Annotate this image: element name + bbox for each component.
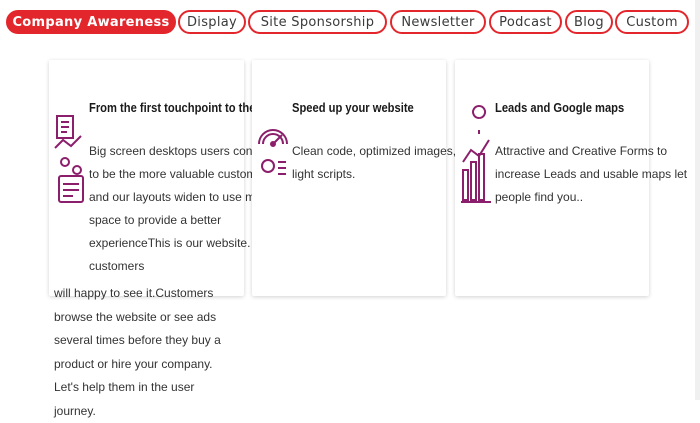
scrollbar-track[interactable]	[695, 0, 700, 400]
tab-company-awareness[interactable]: Company Awareness	[6, 10, 176, 34]
card-title: Speed up your website	[292, 100, 414, 115]
card-title: From the first touchpoint to the sale	[89, 100, 281, 115]
speedometer-icon	[258, 129, 288, 175]
tab-site-sponsorship[interactable]: Site Sponsorship	[248, 10, 387, 34]
tab-podcast[interactable]: Podcast	[489, 10, 562, 34]
card-description-overflow: will happy to see it.Customers browse th…	[54, 286, 221, 418]
card-description: Attractive and Creative Forms to increas…	[495, 144, 688, 204]
tab-display[interactable]: Display	[178, 10, 246, 34]
tab-newsletter[interactable]: Newsletter	[390, 10, 486, 34]
feature-card-touchpoint: From the first touchpoint to the sale Bi…	[49, 60, 281, 296]
feature-card-leads: Leads and Google maps Attractive and Cre…	[455, 60, 687, 296]
tab-custom[interactable]: Custom	[615, 10, 689, 34]
tab-bar: Company Awareness Display Site Sponsorsh…	[0, 0, 700, 46]
growth-chart-pin-icon	[461, 105, 491, 203]
feature-card-speed: Speed up your website Clean code, optimi…	[252, 60, 479, 296]
analytics-report-icon	[54, 115, 84, 203]
card-title: Leads and Google maps	[495, 100, 625, 115]
tab-blog[interactable]: Blog	[565, 10, 613, 34]
